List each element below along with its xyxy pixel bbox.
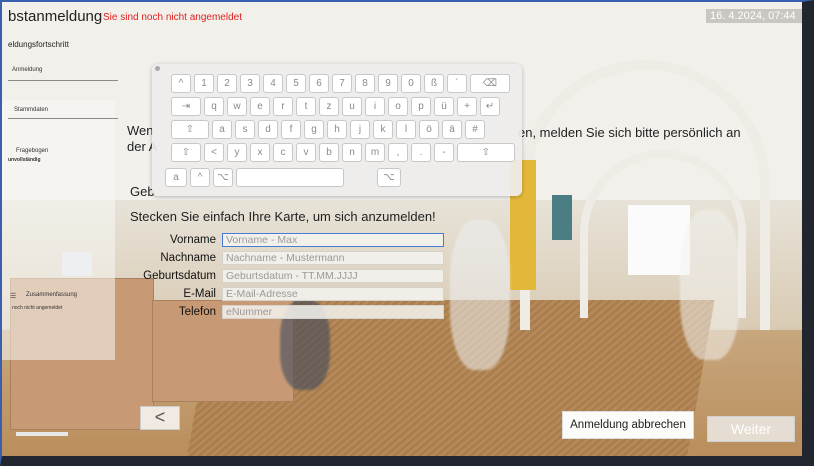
keyboard-key[interactable]: h [327, 120, 347, 139]
keyboard-key[interactable]: o [388, 97, 408, 116]
keyboard-key[interactable]: w [227, 97, 247, 116]
keyboard-key[interactable]: 3 [240, 74, 260, 93]
keyboard-key[interactable]: - [434, 143, 454, 162]
email-input[interactable]: E-Mail-Adresse [222, 287, 444, 301]
step-divider [8, 80, 118, 81]
keyboard-key[interactable]: ´ [447, 74, 467, 93]
keyboard-key[interactable]: j [350, 120, 370, 139]
keyboard-key[interactable]: ⇧ [171, 143, 201, 162]
keyboard-key[interactable]: 2 [217, 74, 237, 93]
keyboard-key[interactable]: d [258, 120, 278, 139]
wall-picture [552, 195, 572, 240]
keyboard-key[interactable]: # [465, 120, 485, 139]
keyboard-key[interactable]: c [273, 143, 293, 162]
intro-text-line3: Geb [130, 184, 155, 199]
keyboard-key[interactable]: ⌥ [377, 168, 401, 187]
keyboard-key[interactable]: r [273, 97, 293, 116]
person-blur-2 [680, 210, 740, 360]
keyboard-key[interactable]: ⇧ [171, 120, 209, 139]
keyboard-drag-handle[interactable] [155, 66, 160, 71]
keyboard-key[interactable]: a [165, 168, 187, 187]
label-email: E-Mail [183, 288, 216, 300]
label-geburtsdatum: Geburtsdatum [143, 270, 216, 282]
keyboard-key[interactable]: n [342, 143, 362, 162]
label-nachname: Nachname [160, 252, 216, 264]
vorname-input[interactable]: Vorname - Max [222, 233, 444, 247]
keyboard-key[interactable]: + [457, 97, 477, 116]
keyboard-key[interactable]: q [204, 97, 224, 116]
keyboard-key[interactable]: 5 [286, 74, 306, 93]
keyboard-key[interactable]: 8 [355, 74, 375, 93]
keyboard-key[interactable]: ö [419, 120, 439, 139]
menu-icon[interactable]: ☰ [10, 292, 16, 300]
keyboard-key[interactable]: f [281, 120, 301, 139]
keyboard-key[interactable]: ß [424, 74, 444, 93]
keyboard-key[interactable]: 4 [263, 74, 283, 93]
keyboard-key[interactable]: 0 [401, 74, 421, 93]
keyboard-key[interactable]: a [212, 120, 232, 139]
person-blur-1 [450, 220, 510, 370]
keyboard-key[interactable]: ^ [190, 168, 210, 187]
keyboard-key[interactable]: , [388, 143, 408, 162]
keyboard-key[interactable]: ä [442, 120, 462, 139]
keyboard-key[interactable]: < [204, 143, 224, 162]
login-status: Sie sind noch nicht angemeldet [103, 12, 242, 23]
onscreen-keyboard: ^ 1 2 3 4 5 6 7 8 9 0 ß ´ ⌫ ⇥ q w e r t z u i o p ü + ↵ ⇧ a s d f g h j k l ö ä… [152, 64, 522, 196]
keyboard-key[interactable]: ⇧ [457, 143, 515, 162]
keyboard-key[interactable]: ^ [171, 74, 191, 93]
keyboard-key[interactable]: z [319, 97, 339, 116]
home-indicator [16, 432, 68, 436]
intro-text-right: en, melden Sie sich bitte persönlich an [518, 125, 741, 140]
keyboard-key[interactable]: k [373, 120, 393, 139]
datetime-display: 16. 4.2024, 07:44 [706, 9, 814, 23]
keyboard-key[interactable]: ⌥ [213, 168, 233, 187]
step-fragebogen-status: unvollständig [8, 157, 41, 163]
keyboard-key[interactable]: e [250, 97, 270, 116]
keyboard-key[interactable] [236, 168, 344, 187]
cancel-registration-button[interactable]: Anmeldung abbrechen [562, 411, 694, 439]
keyboard-key[interactable]: 7 [332, 74, 352, 93]
step-zusammenfassung-status: noch nicht angemeldet [12, 305, 63, 311]
keyboard-key[interactable]: 1 [194, 74, 214, 93]
keyboard-key[interactable]: ü [434, 97, 454, 116]
keyboard-key[interactable]: ⌫ [470, 74, 510, 93]
keyboard-key[interactable]: u [342, 97, 362, 116]
step-zusammenfassung: Zusammenfassung [26, 292, 78, 298]
card-hint: Stecken Sie einfach Ihre Karte, um sich … [130, 209, 436, 224]
keyboard-key[interactable]: t [296, 97, 316, 116]
keyboard-key[interactable]: v [296, 143, 316, 162]
label-telefon: Telefon [178, 306, 216, 318]
sidebar-panel [0, 100, 115, 360]
keyboard-key[interactable]: p [411, 97, 431, 116]
keyboard-key[interactable]: g [304, 120, 324, 139]
keyboard-key[interactable]: . [411, 143, 431, 162]
app-title: bstanmeldung [8, 8, 103, 25]
keyboard-key[interactable]: ⇥ [171, 97, 201, 116]
telefon-input[interactable]: eNummer [222, 305, 444, 319]
step-fragebogen: Fragebogen [16, 148, 49, 154]
label-vorname: Vorname [169, 234, 216, 246]
next-button[interactable]: Weiter [707, 416, 795, 442]
intro-text-left: Wen [127, 123, 154, 138]
keyboard-key[interactable]: m [365, 143, 385, 162]
keyboard-key[interactable]: l [396, 120, 416, 139]
step-stammdaten: Stammdaten [14, 107, 49, 113]
keyboard-key[interactable]: ↵ [480, 97, 500, 116]
keyboard-key[interactable]: y [227, 143, 247, 162]
keyboard-key[interactable]: 6 [309, 74, 329, 93]
step-anmeldung: Anmeldung [12, 67, 43, 73]
nachname-input[interactable]: Nachname - Mustermann [222, 251, 444, 265]
back-button[interactable]: < [140, 406, 180, 430]
kiosk-screen: bstanmeldung Sie sind noch nicht angemel… [0, 0, 814, 466]
keyboard-key[interactable]: b [319, 143, 339, 162]
geburtsdatum-input[interactable]: Geburtsdatum - TT.MM.JJJJ [222, 269, 444, 283]
keyboard-key[interactable]: 9 [378, 74, 398, 93]
keyboard-key[interactable]: s [235, 120, 255, 139]
step-divider [8, 118, 118, 119]
progress-title: eldungsfortschritt [8, 40, 69, 49]
keyboard-key[interactable]: i [365, 97, 385, 116]
keyboard-key[interactable]: x [250, 143, 270, 162]
